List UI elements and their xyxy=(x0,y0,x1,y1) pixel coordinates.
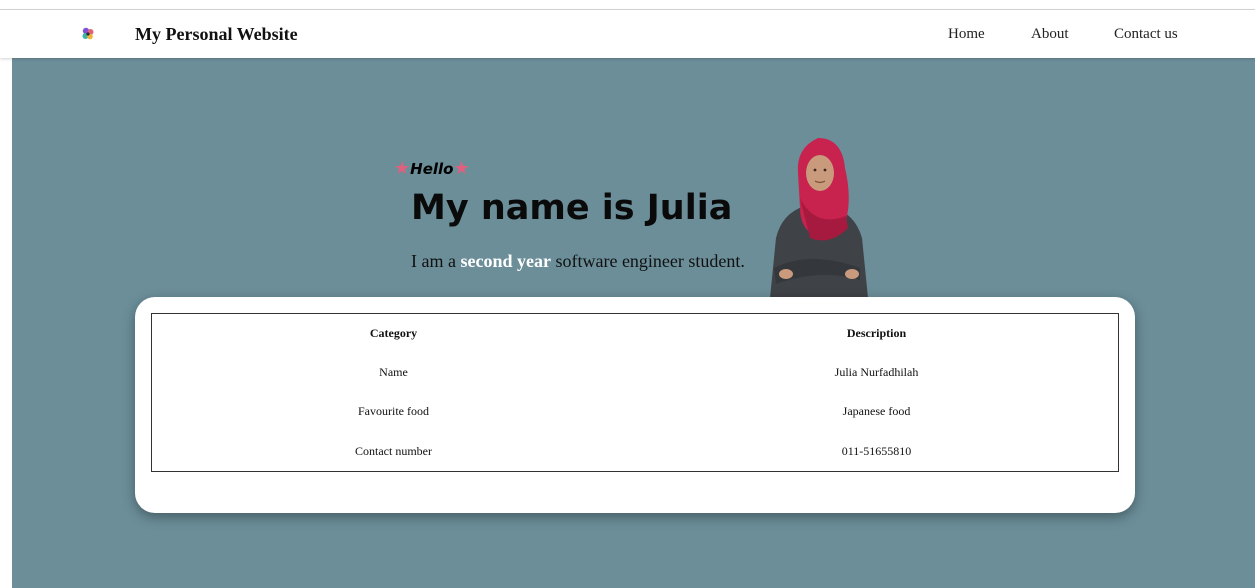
info-card: Category Description Name Julia Nurfadhi… xyxy=(135,297,1135,513)
tagline: I am a second year software engineer stu… xyxy=(411,251,745,272)
cell-category: Name xyxy=(379,365,408,380)
header-category: Category xyxy=(369,326,418,340)
cell-description: Julia Nurfadhilah xyxy=(834,365,919,380)
site-title[interactable]: My Personal Website xyxy=(135,24,298,45)
cell-category: Contact number xyxy=(355,443,432,458)
flower-icon[interactable] xyxy=(80,26,96,42)
tagline-prefix: I am a xyxy=(411,251,461,271)
headline: My name is Julia xyxy=(411,188,733,228)
table-header-row: Category Description xyxy=(152,314,1119,354)
navbar: My Personal Website Home About Contact u… xyxy=(0,10,1255,58)
table-row: Contact number 011-51655810 xyxy=(152,432,1119,472)
tagline-suffix: software engineer student. xyxy=(550,251,745,271)
nav-link-contact-us[interactable]: Contact us xyxy=(1114,26,1178,43)
cell-category: Favourite food xyxy=(358,404,429,419)
greeting: ★Hello★ xyxy=(394,158,470,179)
nav-link-about[interactable]: About xyxy=(1031,26,1069,43)
cell-description: 011-51655810 xyxy=(841,443,912,458)
tagline-emphasis: second year xyxy=(460,251,551,271)
greeting-text: Hello xyxy=(410,160,454,178)
nav-link-home[interactable]: Home xyxy=(948,26,985,43)
profile-photo xyxy=(770,138,868,298)
cell-description: Japanese food xyxy=(842,404,911,419)
table-row: Name Julia Nurfadhilah xyxy=(152,353,1119,392)
hero-section: ★Hello★ My name is Julia I am a second y… xyxy=(12,58,1255,588)
header-description: Description xyxy=(846,326,907,340)
info-table: Category Description Name Julia Nurfadhi… xyxy=(151,313,1119,472)
table-row: Favourite food Japanese food xyxy=(152,392,1119,431)
star-icon: ★ xyxy=(394,158,411,179)
star-icon: ★ xyxy=(453,158,470,179)
